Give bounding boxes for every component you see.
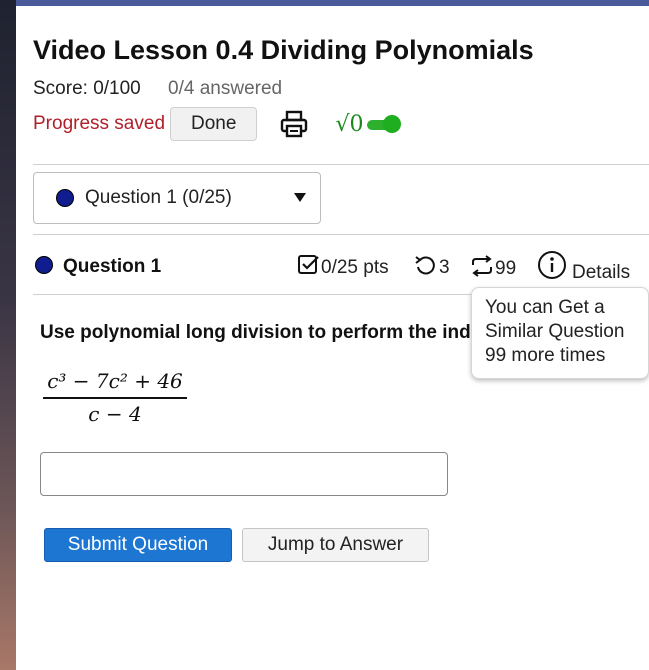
math-format-sqrt-icon[interactable]: √0 (335, 112, 363, 137)
retry-button[interactable]: 3 (413, 254, 450, 282)
answer-input[interactable] (40, 452, 448, 496)
similar-question-button[interactable]: 99 (469, 254, 516, 284)
question-label: Question 1 (63, 256, 162, 277)
toggle-knob (383, 115, 402, 133)
checkbox-icon (297, 254, 321, 282)
details-button[interactable]: Details (537, 250, 630, 288)
caret-down-icon (294, 193, 306, 202)
points-text: 0/25 pts (321, 257, 389, 278)
question-header: Question 1 0/25 pts 3 99 Details (33, 250, 649, 284)
question-selector[interactable]: Question 1 (0/25) (33, 172, 321, 224)
progress-saved-text: Progress saved (33, 113, 166, 134)
similar-question-icon (469, 254, 495, 284)
similar-count: 99 (495, 258, 517, 279)
score-text: Score: 0/100 (33, 78, 141, 99)
done-button[interactable]: Done (170, 107, 258, 141)
background-wallpaper (0, 0, 16, 670)
details-label: Details (572, 262, 631, 283)
denominator: c − 4 (88, 402, 142, 426)
question-status-dot (56, 189, 74, 207)
info-icon (537, 250, 569, 288)
retry-count: 3 (439, 257, 450, 278)
divider (33, 164, 649, 165)
points-indicator: 0/25 pts (297, 254, 389, 282)
math-format-toggle[interactable] (365, 115, 403, 133)
divider (33, 234, 649, 235)
assignment-page: Video Lesson 0.4 Dividing Polynomials Sc… (16, 0, 649, 670)
numerator: c³ − 7c² + 46 (47, 369, 183, 393)
top-bar (16, 0, 649, 6)
question-instructions: Use polynomial long division to perform … (40, 322, 470, 343)
print-icon[interactable] (279, 109, 309, 139)
page-title: Video Lesson 0.4 Dividing Polynomials (33, 35, 534, 65)
retry-icon (413, 254, 439, 282)
submit-question-button[interactable]: Submit Question (44, 528, 232, 562)
question-selector-label: Question 1 (0/25) (85, 187, 232, 208)
jump-to-answer-button[interactable]: Jump to Answer (242, 528, 429, 562)
question-status-dot (35, 256, 53, 274)
similar-question-tooltip: You can Get a Similar Question 99 more t… (471, 287, 649, 379)
score-row: Score: 0/100 0/4 answered (33, 78, 282, 100)
progress-row: Progress saved Done √0 (33, 107, 403, 141)
answered-count: 0/4 answered (168, 78, 283, 99)
division-expression: c³ − 7c² + 46 c − 4 (43, 366, 187, 429)
